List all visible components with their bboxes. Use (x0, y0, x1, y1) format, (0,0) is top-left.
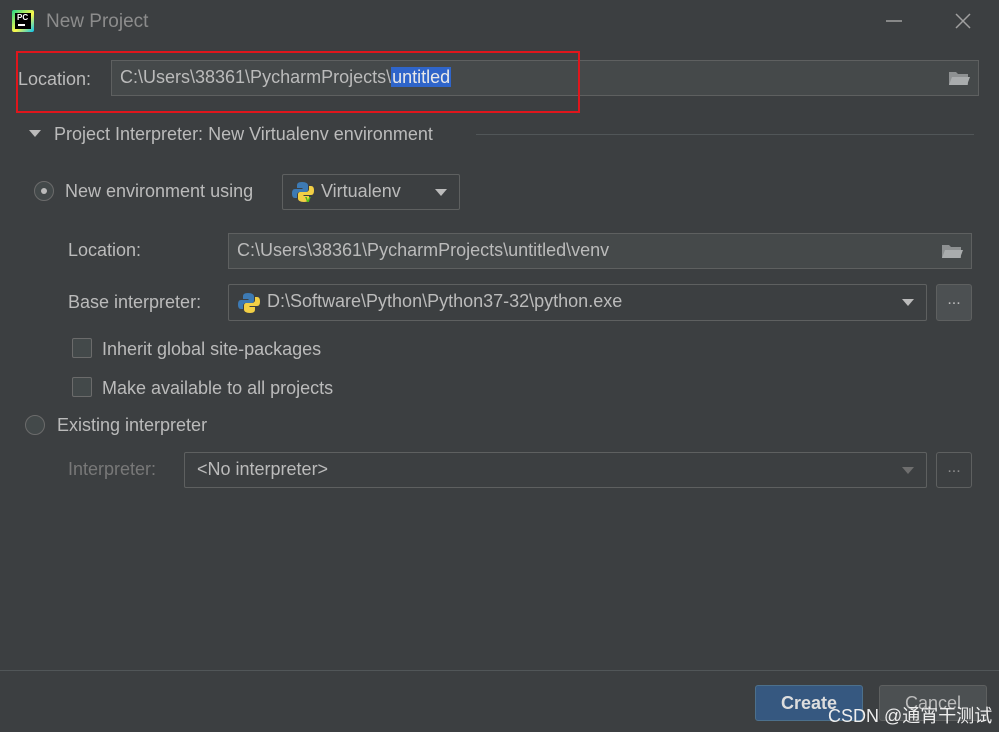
make-available-label: Make available to all projects (102, 378, 334, 398)
section-divider (476, 134, 974, 135)
venv-location-input[interactable]: C:\Users\38361\PycharmProjects\untitled\… (228, 233, 972, 269)
existing-interpreter-value: <No interpreter> (197, 459, 329, 479)
folder-open-icon[interactable] (941, 242, 963, 260)
chevron-down-icon (902, 299, 914, 306)
folder-open-icon[interactable] (948, 69, 970, 87)
collapse-arrow-icon[interactable] (29, 130, 41, 137)
inherit-site-packages-checkbox[interactable] (72, 338, 92, 358)
pycharm-logo-icon: PC (12, 10, 34, 32)
base-interpreter-select[interactable]: D:\Software\Python\Python37-32\python.ex… (228, 284, 927, 321)
title-bar (0, 0, 999, 44)
existing-interpreter-select[interactable]: <No interpreter> (184, 452, 927, 488)
chevron-down-icon (435, 189, 447, 196)
make-available-checkbox[interactable] (72, 377, 92, 397)
browse-base-interpreter-button[interactable]: ... (936, 284, 972, 321)
venv-location-label: Location: (68, 240, 142, 260)
virtualenv-python-icon: v (292, 182, 314, 203)
new-environment-label: New environment using (65, 181, 254, 201)
watermark-text: CSDN @通宵干测试 (828, 706, 993, 726)
base-interpreter-label: Base interpreter: (68, 292, 202, 312)
environment-tool-select[interactable]: v Virtualenv (282, 174, 460, 210)
existing-interpreter-radio[interactable] (25, 415, 45, 435)
interpreter-section-title[interactable]: Project Interpreter: New Virtualenv envi… (54, 124, 433, 145)
footer-divider (0, 670, 999, 671)
svg-text:v: v (305, 195, 311, 203)
browse-existing-interpreter-button[interactable]: ... (936, 452, 972, 488)
chevron-down-icon (902, 467, 914, 474)
interpreter-label: Interpreter: (68, 459, 157, 479)
base-interpreter-value: D:\Software\Python\Python37-32\python.ex… (267, 291, 623, 311)
inherit-site-packages-label: Inherit global site-packages (102, 339, 322, 359)
environment-tool-value: Virtualenv (321, 181, 401, 201)
close-icon[interactable] (951, 9, 975, 33)
existing-interpreter-label: Existing interpreter (57, 415, 208, 435)
venv-location-value: C:\Users\38361\PycharmProjects\untitled\… (237, 240, 610, 260)
window-title: New Project (46, 11, 149, 32)
minimize-icon[interactable] (882, 9, 906, 33)
new-environment-radio[interactable] (34, 181, 54, 201)
annotation-highlight-box (16, 51, 580, 113)
radio-selected-dot (41, 188, 47, 194)
python-icon (238, 293, 260, 313)
